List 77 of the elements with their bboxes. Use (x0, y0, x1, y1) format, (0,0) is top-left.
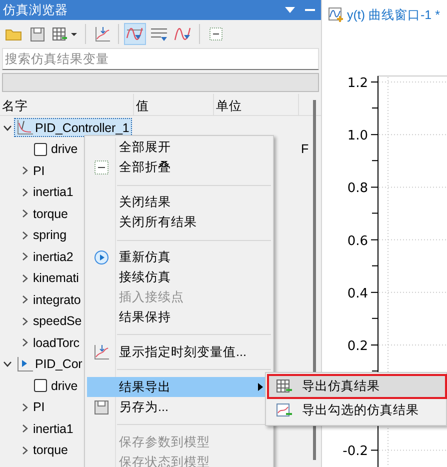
chevron-right-icon (22, 295, 28, 304)
chart-icon (17, 120, 33, 136)
tree-item[interactable]: PI (33, 400, 45, 414)
variable-name[interactable]: drive (51, 378, 78, 393)
tree-item[interactable]: inertia2 (33, 250, 74, 264)
checkbox[interactable] (34, 379, 47, 392)
tick-label: -0.2 (342, 444, 368, 460)
tick-label: 0.8 (347, 181, 368, 196)
play-icon (94, 250, 108, 266)
menu-item[interactable]: 接续仿真 (87, 268, 271, 288)
tree-item[interactable]: loadTorc (33, 336, 80, 350)
plot-tab[interactable]: y(t) 曲线窗口-1 * (322, 0, 447, 30)
chevron-right-icon (22, 209, 28, 218)
tree-item[interactable]: PI (33, 164, 45, 178)
chevron-down-icon (2, 124, 12, 131)
tree-item[interactable]: kinemati (33, 271, 79, 286)
curve-window-icon (328, 7, 344, 23)
chevron-right-icon (22, 188, 28, 197)
play-marker-icon (17, 356, 33, 372)
tree-item[interactable]: inertia1 (33, 422, 74, 436)
menu-item[interactable]: 重新仿真 (87, 248, 271, 268)
tree-item[interactable]: torque (33, 443, 68, 458)
column-header[interactable]: 名字 (0, 94, 134, 115)
curve-filter-icon (174, 26, 192, 42)
tree-item[interactable]: torque (33, 206, 68, 221)
chevron-right-icon (22, 424, 28, 434)
chevron-down-icon (2, 361, 12, 368)
table-export-icon (276, 379, 292, 394)
tick-label: 0.2 (347, 339, 368, 354)
result-node[interactable]: PID_Cor (14, 354, 86, 374)
chevron-right-icon (22, 230, 28, 240)
tree-item[interactable]: integrato (33, 292, 81, 307)
tree-item[interactable]: inertia1 (33, 185, 74, 200)
menu-item[interactable]: 结果保持 (87, 308, 271, 328)
table-cell: F (301, 142, 309, 156)
menu-item[interactable]: 关闭结果 (87, 192, 271, 213)
tick-label: 1.0 (347, 128, 368, 144)
menu-item[interactable]: 显示指定时刻变量值... (87, 342, 271, 362)
tree-item[interactable]: speedSe (33, 314, 82, 328)
tick-label: 1.2 (347, 76, 368, 91)
search-field[interactable]: 搜索仿真结果变量 (2, 48, 319, 70)
toolbar-button[interactable] (124, 23, 146, 45)
tick-label: 0.4 (347, 286, 368, 302)
collapse-box-icon (94, 160, 108, 176)
menu-item[interactable]: 导出仿真结果 (268, 375, 446, 398)
submenu-arrow-icon (258, 383, 263, 392)
column-header[interactable]: 单位 (214, 94, 299, 115)
menu-item[interactable]: 关闭所有结果 (87, 212, 271, 233)
chevron-right-icon (22, 446, 28, 455)
tree-item[interactable]: spring (33, 228, 66, 242)
chevron-right-icon (22, 252, 28, 262)
chevron-right-icon (22, 338, 28, 348)
menu-item[interactable]: 导出勾选的仿真结果 (268, 399, 446, 422)
collapse-box-icon (208, 26, 224, 42)
tick-label: 0.6 (347, 234, 368, 249)
folder-icon (4, 27, 22, 41)
curve-icon (126, 26, 144, 42)
menu-item[interactable]: 全部展开 (87, 138, 271, 158)
chevron-right-icon (22, 402, 28, 412)
save-icon (94, 400, 108, 415)
chart-marker-icon (93, 344, 109, 360)
chevron-right-icon (22, 316, 28, 326)
result-node[interactable]: PID_Controller_1 (14, 118, 132, 138)
table-export-icon (52, 26, 78, 42)
save-icon (30, 26, 44, 42)
column-header[interactable]: 值 (134, 94, 214, 115)
chevron-right-icon (22, 166, 28, 176)
variable-name[interactable]: drive (51, 142, 78, 156)
chart-marker-icon (94, 26, 110, 42)
menu-item[interactable]: 全部折叠 (87, 158, 271, 178)
chevron-right-icon (22, 274, 28, 283)
filter-lines-icon (150, 26, 168, 42)
checkbox[interactable] (34, 142, 47, 156)
minimize-icon[interactable] (305, 8, 315, 12)
panel-title: 仿真浏览器 (3, 2, 69, 18)
dropdown-icon[interactable] (285, 7, 295, 13)
chart-export-icon (276, 403, 292, 418)
